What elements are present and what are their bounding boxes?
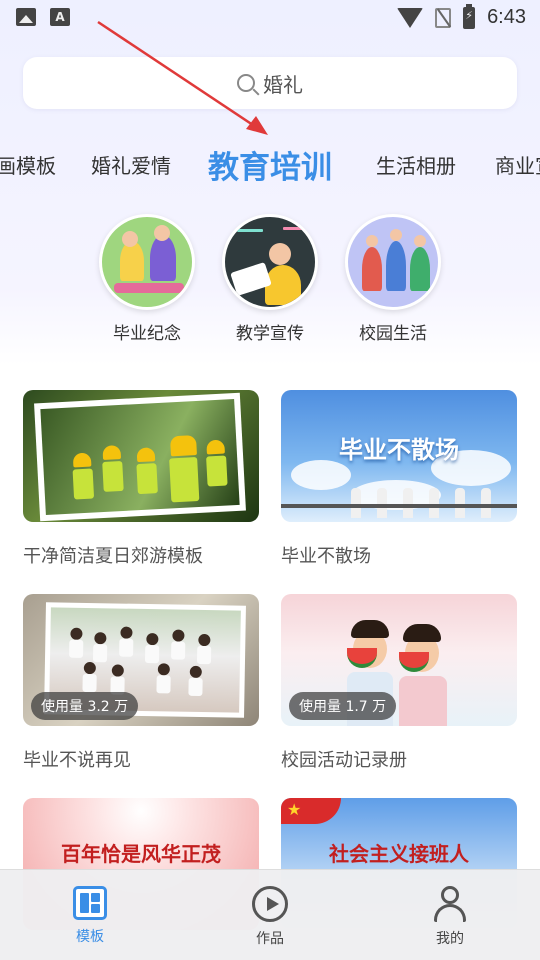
template-title: 校园活动记录册 (281, 750, 407, 771)
bottom-nav: 模板 作品 我的 (0, 869, 540, 960)
nav-label: 作品 (256, 931, 284, 947)
battery-charging-icon (463, 3, 476, 29)
text-icon: A (50, 8, 70, 26)
subcategory-graduation[interactable]: 毕业纪念 (97, 214, 197, 344)
templates-icon (73, 886, 107, 920)
template-thumbnail: 毕业不散场 (281, 390, 517, 522)
template-banner-text: 毕业不散场 (339, 435, 459, 464)
tab-business[interactable]: 商业宣 (495, 150, 540, 179)
no-sim-icon (435, 7, 452, 28)
tab-animation[interactable]: 画模板 (0, 150, 56, 179)
graduation-icon (99, 214, 195, 310)
usage-badge: 使用量 3.2 万 (31, 692, 139, 720)
template-card[interactable]: 使用量 3.2 万 毕业不说再见 (23, 594, 259, 772)
nav-works[interactable]: 作品 (180, 870, 360, 960)
works-play-icon (252, 886, 288, 922)
nav-profile[interactable]: 我的 (360, 870, 540, 960)
template-title: 毕业不说再见 (23, 750, 131, 771)
subcategory-campus-life[interactable]: 校园生活 (343, 214, 443, 344)
campus-life-icon (345, 214, 441, 310)
image-icon (16, 8, 36, 26)
template-banner-text: 社会主义接班人 (329, 842, 469, 866)
tab-education-training[interactable]: 教育培训 (208, 142, 332, 187)
search-icon (237, 74, 255, 92)
search-placeholder: 婚礼 (263, 72, 303, 97)
status-bar: A 6:43 (0, 0, 540, 38)
subcategory-label: 校园生活 (359, 324, 427, 344)
search-bar[interactable]: 婚礼 (23, 57, 517, 109)
subcategory-label: 教学宣传 (236, 324, 304, 344)
profile-icon (432, 886, 468, 922)
subcategory-teaching[interactable]: 教学宣传 (220, 214, 320, 344)
teaching-icon (222, 214, 318, 310)
template-card[interactable]: 使用量 1.7 万 校园活动记录册 (281, 594, 517, 772)
tab-life-album[interactable]: 生活相册 (376, 150, 456, 179)
usage-badge: 使用量 1.7 万 (289, 692, 397, 720)
nav-label: 模板 (76, 929, 104, 945)
template-banner-text: 百年恰是风华正茂 (61, 842, 221, 866)
template-thumbnail: 使用量 3.2 万 (23, 594, 259, 726)
template-title: 毕业不散场 (281, 546, 371, 567)
template-thumbnail: 使用量 1.7 万 (281, 594, 517, 726)
template-card[interactable]: 干净简洁夏日郊游模板 (23, 390, 259, 568)
template-card[interactable]: 毕业不散场 毕业不散场 (281, 390, 517, 568)
template-thumbnail (23, 390, 259, 522)
subcategory-label: 毕业纪念 (113, 324, 181, 344)
category-tabs: 画模板 婚礼爱情 教育培训 生活相册 商业宣 (0, 138, 540, 190)
nav-label: 我的 (436, 931, 464, 947)
wifi-icon (397, 7, 424, 28)
tab-wedding-love[interactable]: 婚礼爱情 (91, 150, 171, 179)
clock: 6:43 (487, 6, 526, 28)
nav-templates[interactable]: 模板 (0, 870, 180, 960)
template-title: 干净简洁夏日郊游模板 (23, 546, 203, 567)
